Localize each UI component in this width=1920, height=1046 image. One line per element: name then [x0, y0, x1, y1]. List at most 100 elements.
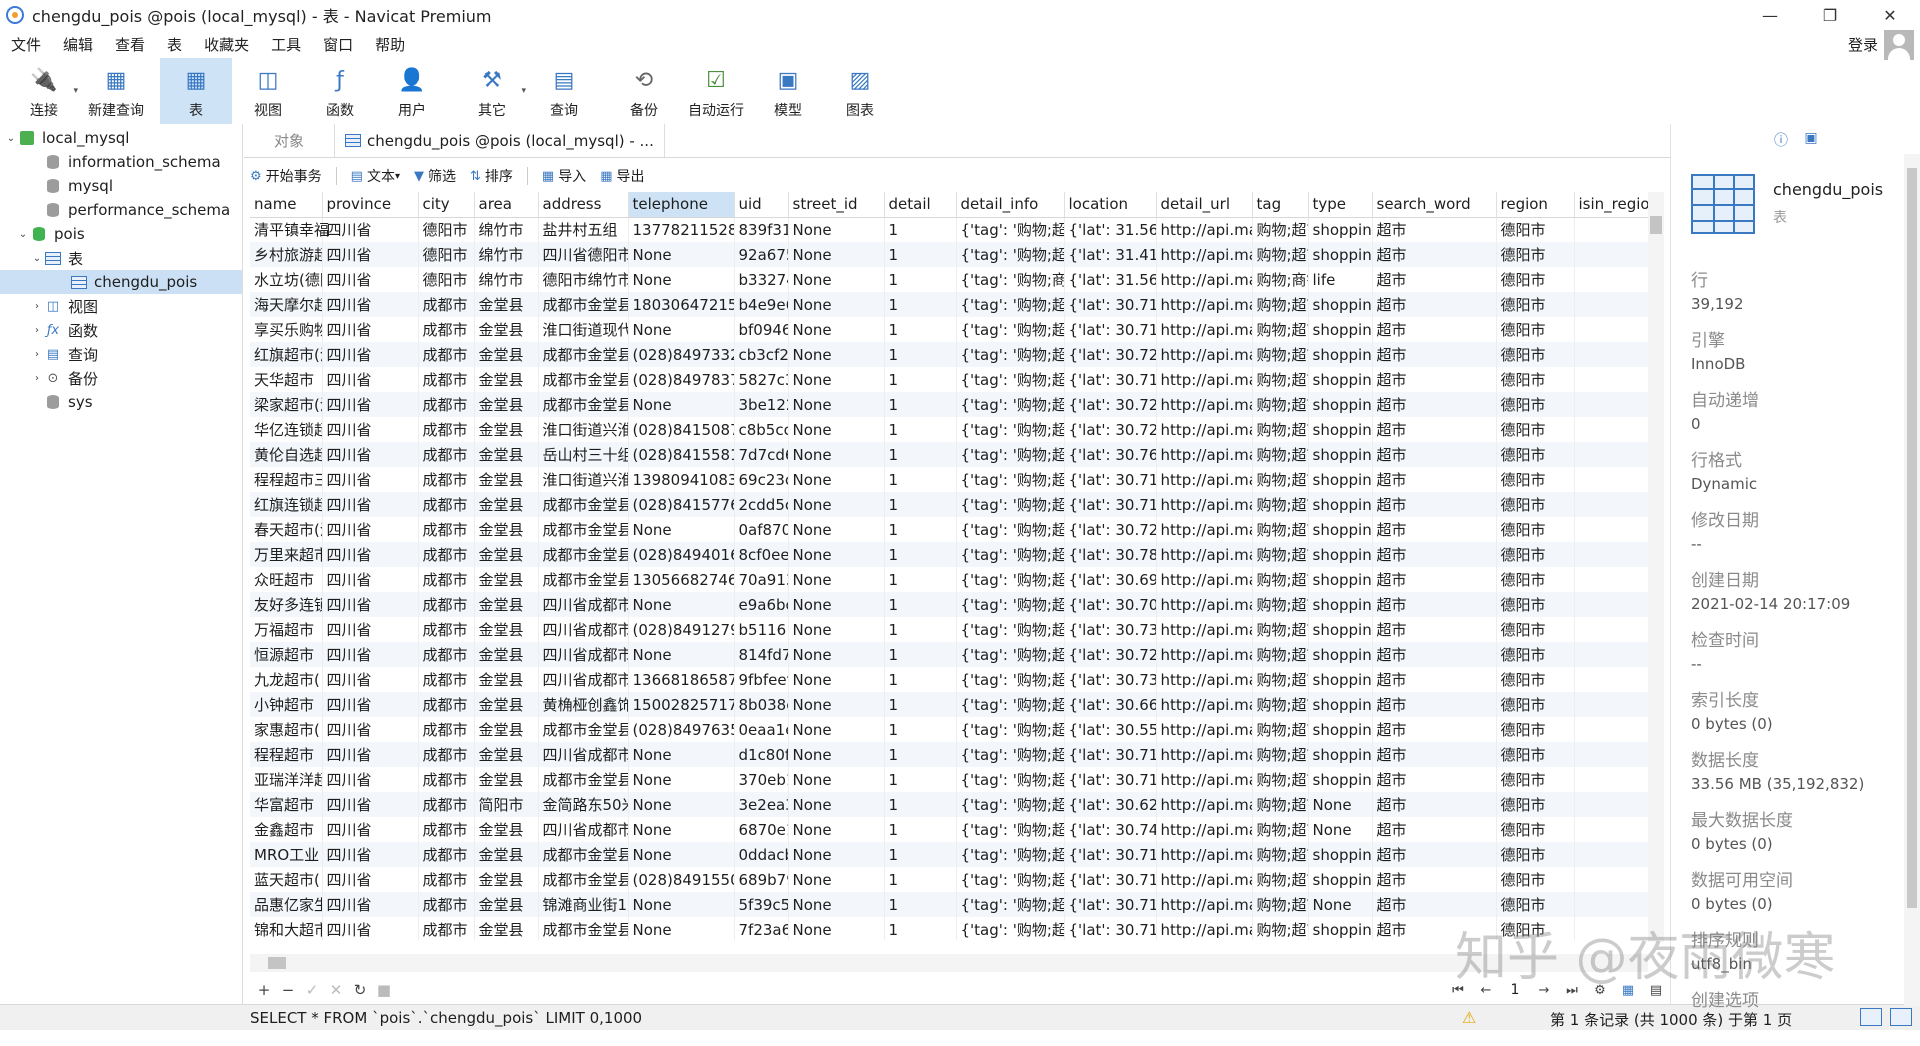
table-cell[interactable]: shopping	[1308, 217, 1373, 242]
table-cell[interactable]: None	[788, 367, 885, 392]
table-cell[interactable]	[1574, 442, 1648, 467]
table-cell[interactable]: 金堂县	[474, 867, 539, 892]
table-cell[interactable]: 万里来超市	[250, 542, 323, 567]
table-cell[interactable]: {'lat': 30.712	[1064, 842, 1157, 867]
table-cell[interactable]: 四川省	[322, 242, 419, 267]
table-cell[interactable]: {'tag': '购物;超市	[956, 867, 1065, 892]
table-cell[interactable]: 购物;超市	[1252, 867, 1309, 892]
column-header-location[interactable]: location	[1064, 192, 1157, 218]
table-cell[interactable]: 购物;超市	[1252, 617, 1309, 642]
table-cell[interactable]: 成都市	[418, 342, 475, 367]
dropdown-arrow-icon[interactable]: ▾	[73, 86, 78, 96]
table-cell[interactable]: http://api.ma	[1156, 367, 1253, 392]
table-cell[interactable]: 成都市	[418, 892, 475, 917]
table-cell[interactable]: None	[788, 842, 885, 867]
table-row[interactable]: 恒源超市 四川省 成都市 金堂县 四川省成都市 None 814fd7 None 1 {'tag'…	[250, 642, 1648, 667]
table-cell[interactable]: 金堂县	[474, 617, 539, 642]
table-cell[interactable]: 黄伦自选超	[250, 442, 323, 467]
table-cell[interactable]: {'tag': '购物;超市	[956, 467, 1065, 492]
table-cell[interactable]: 超市	[1372, 692, 1497, 717]
table-cell[interactable]	[1574, 542, 1648, 567]
table-cell[interactable]: 四川省	[322, 267, 419, 292]
table-cell[interactable]: None	[628, 642, 735, 667]
table-cell[interactable]: {'tag': '购物;超市	[956, 842, 1065, 867]
table-cell[interactable]: {'tag': '购物;超市	[956, 742, 1065, 767]
table-cell[interactable]: (028)84940164	[628, 542, 735, 567]
toolbar-table-button[interactable]: ▦ 表	[160, 58, 232, 124]
table-cell[interactable]: 成都市	[418, 842, 475, 867]
table-cell[interactable]: shopping	[1308, 342, 1373, 367]
table-cell[interactable]: 1	[884, 867, 957, 892]
table-cell[interactable]: {'lat': 30.719	[1064, 317, 1157, 342]
table-row[interactable]: 红旗超市(淮四川省成都市金堂县成都市金堂县(028)84973329cb3cf2…	[250, 342, 1648, 367]
table-cell[interactable]: 绵竹市	[474, 267, 539, 292]
menu-item[interactable]: 工具	[260, 34, 312, 55]
table-cell[interactable]: 四川省	[322, 642, 419, 667]
table-cell[interactable]: 金堂县	[474, 917, 539, 940]
table-cell[interactable]	[1574, 617, 1648, 642]
subtoolbar-export-button[interactable]: ▦ 导出	[600, 166, 644, 186]
table-cell[interactable]: 购物;超市	[1252, 767, 1309, 792]
table-cell[interactable]: shopping	[1308, 917, 1373, 940]
table-cell[interactable]: 德阳市	[1496, 367, 1575, 392]
table-cell[interactable]: None	[788, 567, 885, 592]
table-cell[interactable]: 绵竹市	[474, 217, 539, 242]
table-cell[interactable]: 1	[884, 917, 957, 940]
table-cell[interactable]: None	[788, 517, 885, 542]
table-cell[interactable]: {'lat': 30.717	[1064, 492, 1157, 517]
table-cell[interactable]: http://api.ma	[1156, 217, 1253, 242]
table-cell[interactable]: http://api.ma	[1156, 492, 1253, 517]
table-cell[interactable]: {'lat': 31.561	[1064, 267, 1157, 292]
table-cell[interactable]: None	[1308, 792, 1373, 817]
table-cell[interactable]: http://api.ma	[1156, 342, 1253, 367]
table-cell[interactable]: 超市	[1372, 317, 1497, 342]
table-cell[interactable]: 金堂县	[474, 292, 539, 317]
table-row[interactable]: 黄伦自选超四川省成都市金堂县岳山村三十组(028)841558197d7cd6N…	[250, 442, 1648, 467]
table-cell[interactable]: shopping	[1308, 317, 1373, 342]
table-cell[interactable]: 1	[884, 792, 957, 817]
table-cell[interactable]: {'lat': 30.763	[1064, 442, 1157, 467]
table-cell[interactable]	[1574, 417, 1648, 442]
table-cell[interactable]: 德阳市	[1496, 317, 1575, 342]
table-cell[interactable]: 九龙超市(白	[250, 667, 323, 692]
collapse-arrow-icon[interactable]: ›	[30, 301, 44, 312]
table-cell[interactable]: 四川省	[322, 842, 419, 867]
table-cell[interactable]: 德阳市	[1496, 267, 1575, 292]
horizontal-scrollbar[interactable]	[250, 954, 1648, 972]
column-header-search-word[interactable]: search_word	[1372, 192, 1497, 218]
table-cell[interactable]: 金堂县	[474, 442, 539, 467]
table-cell[interactable]: 购物;超市	[1252, 892, 1309, 917]
table-cell[interactable]: None	[788, 492, 885, 517]
table-cell[interactable]: 天华超市	[250, 367, 323, 392]
table-cell[interactable]: 海天摩尔超	[250, 292, 323, 317]
table-cell[interactable]: 清平镇幸福	[250, 217, 329, 242]
column-header-type[interactable]: type	[1308, 192, 1373, 218]
table-cell[interactable]: 购物;超市	[1252, 367, 1309, 392]
table-cell[interactable]: http://api.ma	[1156, 292, 1253, 317]
table-cell[interactable]: http://api.ma	[1156, 317, 1253, 342]
table-cell[interactable]: shopping	[1308, 717, 1373, 742]
table-cell[interactable]: 购物;超市	[1252, 342, 1309, 367]
table-cell[interactable]: None	[628, 517, 735, 542]
menu-item[interactable]: 帮助	[364, 34, 416, 55]
table-cell[interactable]: 金堂县	[474, 592, 539, 617]
table-cell[interactable]: 成都市金堂县	[538, 517, 629, 542]
table-cell[interactable]: 成都市	[418, 517, 475, 542]
table-cell[interactable]: {'tag': '购物;超市	[956, 542, 1065, 567]
table-cell[interactable]: {'lat': 30.717	[1064, 767, 1157, 792]
table-cell[interactable]: {'tag': '购物;超市	[956, 367, 1065, 392]
table-cell[interactable]: shopping	[1308, 667, 1373, 692]
table-cell[interactable]: 德阳市	[418, 217, 475, 242]
table-cell[interactable]: {'tag': '购物;商铺	[956, 267, 1065, 292]
table-cell[interactable]: {'tag': '购物;超市	[956, 217, 1065, 242]
table-cell[interactable]: 超市	[1372, 517, 1497, 542]
table-cell[interactable]: 1	[884, 717, 957, 742]
column-header-city[interactable]: city	[418, 192, 475, 218]
column-header-detail[interactable]: detail	[884, 192, 957, 218]
table-cell[interactable]: shopping	[1308, 417, 1373, 442]
menu-item[interactable]: 收藏夹	[193, 34, 260, 55]
table-cell[interactable]	[1574, 517, 1648, 542]
table-cell[interactable]: 超市	[1372, 592, 1497, 617]
info-panel-scrollbar[interactable]	[1904, 154, 1920, 1006]
table-row[interactable]: 程程超市 四川省 成都市 金堂县 四川省成都市 None d1c80f None 1 {'tag'…	[250, 742, 1648, 767]
